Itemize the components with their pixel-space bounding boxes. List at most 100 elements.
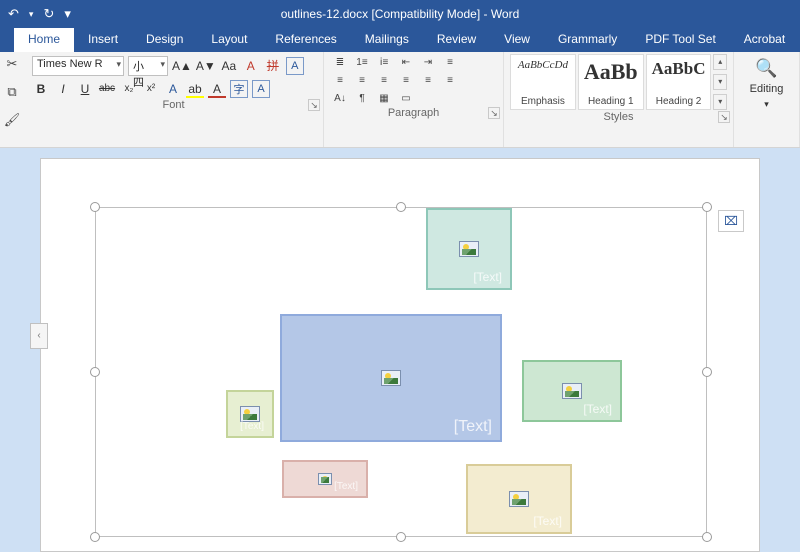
font-launcher[interactable]: ↘ xyxy=(308,99,320,111)
line-spacing-button[interactable]: ≡ xyxy=(442,74,458,88)
text-placeholder[interactable]: [Text] xyxy=(533,514,562,528)
resize-handle-tr[interactable] xyxy=(702,202,712,212)
tab-pdftoolset[interactable]: PDF Tool Set xyxy=(631,28,729,52)
character-shading-button[interactable]: A xyxy=(252,80,270,98)
cut-button[interactable]: ✂ xyxy=(7,56,18,72)
smartart-shape-2[interactable]: [Text] xyxy=(280,314,502,442)
sort-button[interactable]: A↓ xyxy=(332,92,348,106)
picture-placeholder-icon[interactable] xyxy=(318,473,332,485)
phonetic-guide-button[interactable]: 拼 xyxy=(264,57,282,75)
tab-acrobat[interactable]: Acrobat xyxy=(730,28,799,52)
italic-button[interactable]: I xyxy=(54,80,72,98)
collapse-margin-tab[interactable]: ‹ xyxy=(30,323,48,349)
numbering-button[interactable]: 1≡ xyxy=(354,56,370,70)
undo-button[interactable]: ↶ xyxy=(8,6,19,22)
titlebar: ↶ ▾ ↻ ▾ outlines-12.docx [Compatibility … xyxy=(0,0,800,28)
editing-group: 🔍 Editing ▾ xyxy=(734,52,800,147)
text-placeholder[interactable]: [Text] xyxy=(454,418,492,436)
strikethrough-button[interactable]: abc xyxy=(98,80,116,98)
tab-review[interactable]: Review xyxy=(423,28,490,52)
font-family-combo[interactable]: Times New R xyxy=(32,56,124,76)
highlight-button[interactable]: ab xyxy=(186,80,204,98)
multilevel-button[interactable]: ⅰ≡ xyxy=(376,56,392,70)
picture-placeholder-icon[interactable] xyxy=(240,406,260,422)
font-color-button[interactable]: A xyxy=(208,80,226,98)
tab-references[interactable]: References xyxy=(261,28,350,52)
bullets-button[interactable]: ≣ xyxy=(332,56,348,70)
decrease-indent-button[interactable]: ⇤ xyxy=(398,56,414,70)
style-emphasis[interactable]: AaBbCcDd Emphasis xyxy=(510,54,576,110)
shading-button[interactable]: ▦ xyxy=(376,92,392,106)
ribbon: ✂ ⧉ 🖌 Times New R 小四 A▲ A▼ Aa A 拼 A B I … xyxy=(0,52,800,148)
tab-insert[interactable]: Insert xyxy=(74,28,132,52)
text-placeholder[interactable]: [Text] xyxy=(583,402,612,416)
bold-button[interactable]: B xyxy=(32,80,50,98)
align-right-button[interactable]: ≡ xyxy=(376,74,392,88)
quick-access-toolbar: ↶ ▾ ↻ ▾ xyxy=(0,6,79,22)
picture-placeholder-icon[interactable] xyxy=(509,491,529,507)
customize-qat[interactable]: ▾ xyxy=(64,6,71,22)
undo-dropdown[interactable]: ▾ xyxy=(29,9,34,20)
picture-placeholder-icon[interactable] xyxy=(459,241,479,257)
smartart-shape-6[interactable]: [Text] xyxy=(466,464,572,534)
format-painter-button[interactable]: 🖌 xyxy=(4,112,21,128)
tab-home[interactable]: Home xyxy=(14,28,74,52)
layout-options-button[interactable]: ⌧ xyxy=(718,210,744,232)
distributed-button[interactable]: ≡ xyxy=(420,74,436,88)
tab-grammarly[interactable]: Grammarly xyxy=(544,28,631,52)
styles-scroll[interactable]: ▴ ▾ ▾ xyxy=(713,54,727,110)
redo-button[interactable]: ↻ xyxy=(43,6,54,22)
page[interactable]: ‹ ⌧ [Text] [Text] [Text] xyxy=(40,158,760,552)
paragraph-launcher[interactable]: ↘ xyxy=(488,107,500,119)
align-center-button[interactable]: ≡ xyxy=(354,74,370,88)
resize-handle-bl[interactable] xyxy=(90,532,100,542)
paragraph-group: ≣ 1≡ ⅰ≡ ⇤ ⇥ ≡ ≡ ≡ ≡ ≡ ≡ ≡ A↓ ¶ ▦ ▭ xyxy=(324,52,504,147)
grow-font-button[interactable]: A▲ xyxy=(172,57,192,75)
styles-launcher[interactable]: ↘ xyxy=(718,111,730,123)
borders-button[interactable]: ▭ xyxy=(398,92,414,106)
text-placeholder[interactable]: [Text] xyxy=(473,270,502,284)
styles-scroll-up[interactable]: ▴ xyxy=(713,54,727,70)
style-heading1[interactable]: AaBb Heading 1 xyxy=(578,54,644,110)
enclose-characters-button[interactable]: 字 xyxy=(230,80,248,98)
character-border-button[interactable]: A xyxy=(286,57,304,75)
tab-view[interactable]: View xyxy=(490,28,544,52)
shrink-font-button[interactable]: A▼ xyxy=(196,57,216,75)
tab-design[interactable]: Design xyxy=(132,28,197,52)
editing-dropdown[interactable]: ▾ xyxy=(764,99,769,110)
text-effects-button[interactable]: A xyxy=(164,80,182,98)
clear-formatting-button[interactable]: A xyxy=(242,57,260,75)
styles-gallery-expand[interactable]: ▾ xyxy=(713,94,727,110)
smartart-shape-4[interactable]: [Text] xyxy=(226,390,274,438)
resize-handle-br[interactable] xyxy=(702,532,712,542)
resize-handle-b[interactable] xyxy=(396,532,406,542)
resize-handle-tl[interactable] xyxy=(90,202,100,212)
text-placeholder[interactable]: [Text] xyxy=(240,421,264,432)
underline-button[interactable]: U xyxy=(76,80,94,98)
superscript-button[interactable]: x² xyxy=(142,80,160,98)
align-left-button[interactable]: ≡ xyxy=(332,74,348,88)
text-placeholder[interactable]: [Text] xyxy=(334,481,358,492)
increase-indent-button[interactable]: ⇥ xyxy=(420,56,436,70)
clipboard-group: ✂ ⧉ 🖌 xyxy=(0,52,24,147)
align-distributed-button[interactable]: ≡ xyxy=(442,56,458,70)
styles-scroll-down[interactable]: ▾ xyxy=(713,74,727,90)
picture-placeholder-icon[interactable] xyxy=(381,370,401,386)
find-icon[interactable]: 🔍 xyxy=(755,58,777,79)
justify-button[interactable]: ≡ xyxy=(398,74,414,88)
resize-handle-l[interactable] xyxy=(90,367,100,377)
smartart-selection[interactable]: ⌧ [Text] [Text] [Text] [Text] [Text] xyxy=(95,207,707,537)
smartart-shape-5[interactable]: [Text] xyxy=(282,460,368,498)
picture-placeholder-icon[interactable] xyxy=(562,383,582,399)
change-case-button[interactable]: Aa xyxy=(220,57,238,75)
copy-button[interactable]: ⧉ xyxy=(7,84,16,100)
style-heading2[interactable]: AaBbC Heading 2 xyxy=(646,54,712,110)
resize-handle-t[interactable] xyxy=(396,202,406,212)
font-size-combo[interactable]: 小四 xyxy=(128,56,168,76)
resize-handle-r[interactable] xyxy=(702,367,712,377)
smartart-shape-1[interactable]: [Text] xyxy=(426,208,512,290)
smartart-shape-3[interactable]: [Text] xyxy=(522,360,622,422)
tab-mailings[interactable]: Mailings xyxy=(351,28,423,52)
tab-layout[interactable]: Layout xyxy=(197,28,261,52)
show-marks-button[interactable]: ¶ xyxy=(354,92,370,106)
